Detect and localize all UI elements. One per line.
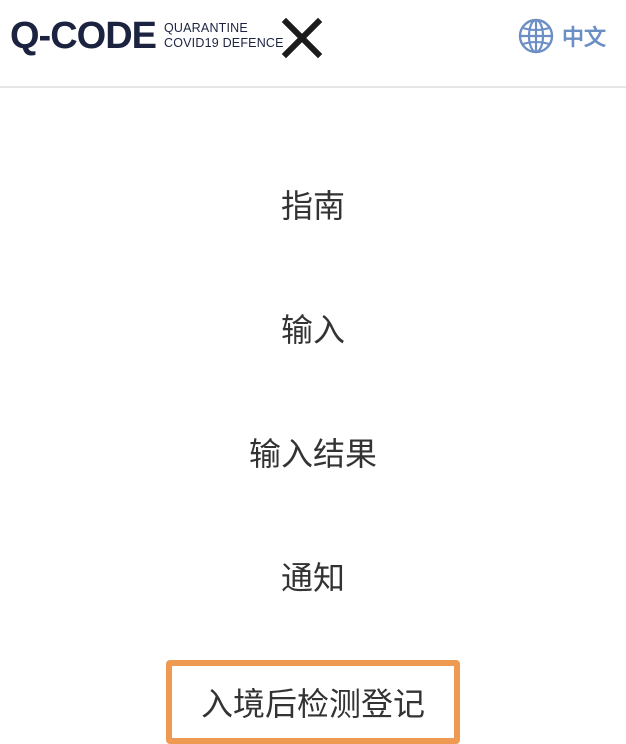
post-entry-test-registration-label: 入境后检测登记 (200, 685, 425, 723)
menu-item-guide[interactable]: 指南 (0, 186, 626, 226)
language-label: 中文 (561, 26, 606, 51)
q-code-logo[interactable]: Q-CODE QUARANTINE COVID19 DEFENCE (10, 14, 284, 58)
menu-item-input[interactable]: 输入 (0, 310, 626, 350)
globe-icon (518, 18, 554, 54)
header-bar: Q-CODE QUARANTINE COVID19 DEFENCE 中文 (0, 0, 626, 88)
menu-item-notice[interactable]: 通知 (0, 558, 626, 598)
close-menu-button[interactable] (278, 14, 326, 62)
language-selector[interactable]: 中文 (518, 16, 606, 56)
menu-item-input-results[interactable]: 输入结果 (0, 434, 626, 474)
logo-subtitle-line2: COVID19 DEFENCE (164, 36, 284, 50)
close-icon (281, 17, 323, 59)
logo-subtitle-line1: QUARANTINE (164, 21, 248, 35)
logo-subtitle: QUARANTINE COVID19 DEFENCE (164, 21, 284, 51)
menu-item-post-entry-test-registration[interactable]: 入境后检测登记 (166, 660, 460, 744)
logo-wordmark: Q-CODE (10, 15, 157, 57)
